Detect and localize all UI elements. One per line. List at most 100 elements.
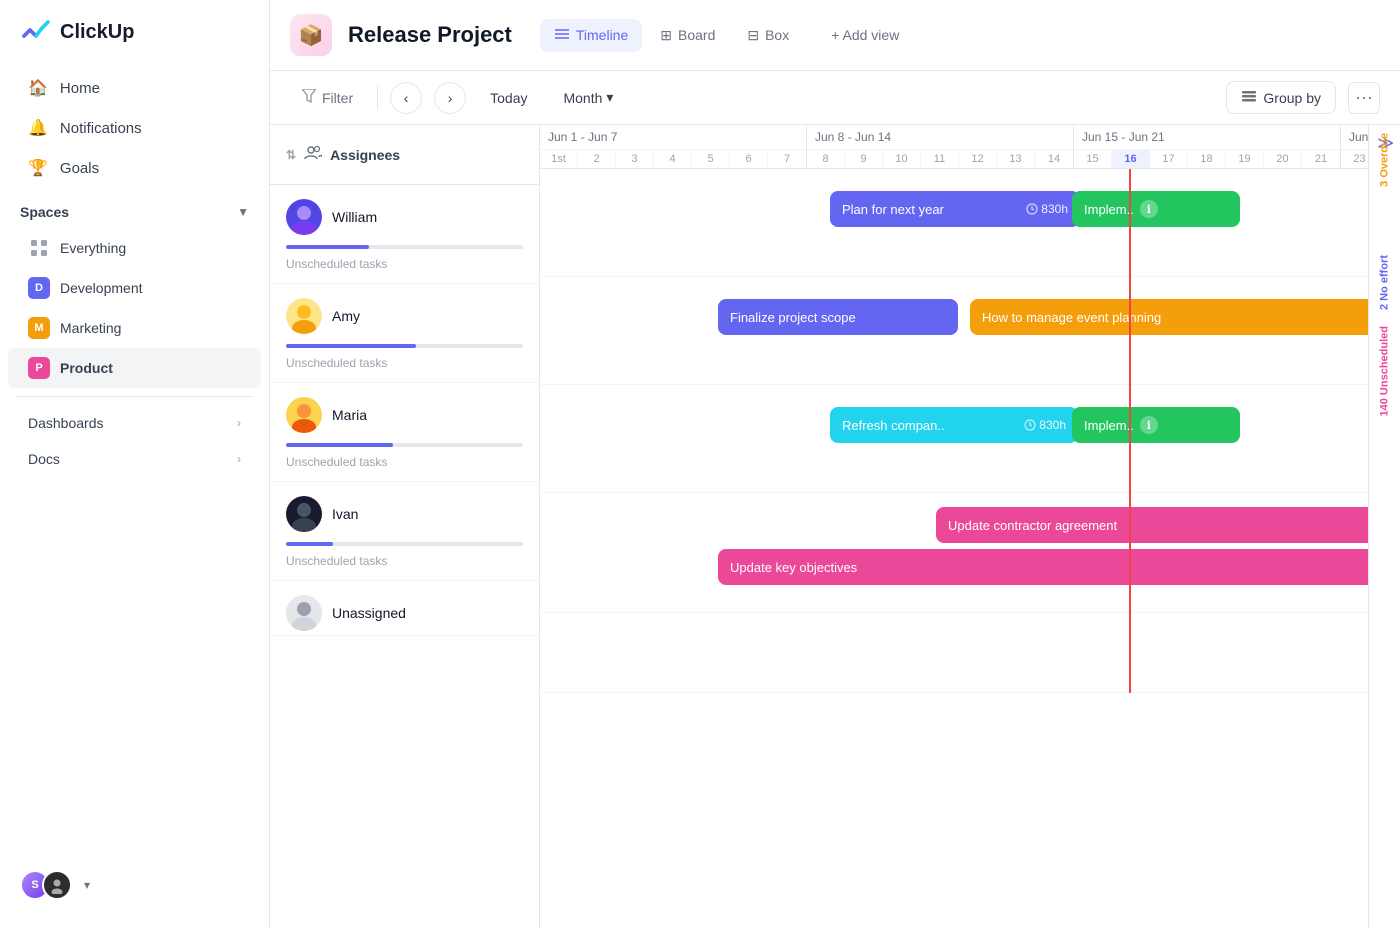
task-implem-william[interactable]: Implem.. ℹ	[1072, 191, 1240, 227]
task-label: How to manage event planning	[982, 310, 1161, 325]
left-panel: ⇅ Assignees William Unscheduled tasks	[270, 125, 540, 928]
view-tabs: Timeline ⊞ Board ⊟ Box	[540, 19, 803, 52]
month-chevron-icon: ▾	[606, 89, 613, 106]
task-plan-next-year[interactable]: Plan for next year 830h	[830, 191, 1080, 227]
add-view-button[interactable]: + Add view	[819, 20, 911, 50]
filter-label: Filter	[322, 90, 353, 106]
day-13: 13	[997, 150, 1035, 168]
avatar-amy	[286, 298, 322, 334]
unscheduled-maria: Unscheduled tasks	[270, 451, 539, 481]
week-label-1: Jun 1 - Jun 7	[540, 125, 806, 150]
timeline-row-unassigned	[540, 613, 1368, 693]
day-3: 3	[616, 150, 654, 168]
unscheduled-amy: Unscheduled tasks	[270, 352, 539, 382]
nav-home-label: Home	[60, 80, 100, 97]
docs-chevron-icon: ›	[237, 452, 241, 466]
product-badge: P	[28, 357, 50, 379]
right-labels-panel: ≫ 3 Overdue 2 No effort 140 Unscheduled	[1368, 125, 1400, 928]
sort-icon: ⇅	[286, 148, 296, 162]
avatar-maria	[286, 397, 322, 433]
add-view-label: + Add view	[831, 27, 899, 43]
space-development-label: Development	[60, 280, 143, 296]
week-label-4: Jun 23 - Jun	[1341, 125, 1368, 150]
space-marketing[interactable]: M Marketing	[8, 308, 261, 348]
name-unassigned: Unassigned	[332, 605, 406, 621]
group-by-button[interactable]: Group by	[1226, 81, 1336, 114]
task-effort: 830h	[1366, 560, 1368, 574]
no-effort-label: 2 No effort	[1369, 247, 1400, 318]
task-refresh-company[interactable]: Refresh compan.. 830h	[830, 407, 1078, 443]
main-content: 📦 Release Project Timeline ⊞ Board ⊟ Box…	[270, 0, 1400, 928]
marketing-badge: M	[28, 317, 50, 339]
today-label: Today	[490, 90, 527, 106]
space-development[interactable]: D Development	[8, 268, 261, 308]
filter-button[interactable]: Filter	[290, 83, 365, 112]
month-button[interactable]: Month ▾	[551, 83, 625, 112]
info-icon: ℹ	[1140, 200, 1158, 218]
tab-box[interactable]: ⊟ Box	[733, 20, 803, 51]
tab-timeline[interactable]: Timeline	[540, 19, 642, 52]
project-icon: 📦	[290, 14, 332, 56]
goals-icon: 🏆	[28, 158, 48, 178]
task-label: Update contractor agreement	[948, 518, 1117, 533]
day-23: 23	[1341, 150, 1368, 168]
avatar-william	[286, 199, 322, 235]
footer-chevron-icon[interactable]: ▾	[84, 878, 90, 892]
name-maria: Maria	[332, 407, 367, 423]
week-jun8: Jun 8 - Jun 14 8 9 10 11 12 13 14	[807, 125, 1074, 168]
day-19: 19	[1226, 150, 1264, 168]
today-button[interactable]: Today	[478, 84, 539, 112]
tab-board[interactable]: ⊞ Board	[646, 20, 729, 51]
assignee-row-william: William Unscheduled tasks	[270, 185, 539, 284]
day-11: 11	[921, 150, 959, 168]
day-21: 21	[1302, 150, 1340, 168]
space-product-label: Product	[60, 360, 113, 376]
tab-board-label: Board	[678, 27, 715, 43]
group-by-label: Group by	[1263, 90, 1321, 106]
task-event-planning[interactable]: How to manage event planning	[970, 299, 1368, 335]
day-4: 4	[654, 150, 692, 168]
nav-goals[interactable]: 🏆 Goals	[8, 148, 261, 188]
sidebar-dashboards[interactable]: Dashboards ›	[8, 405, 261, 441]
nav-notifications[interactable]: 🔔 Notifications	[8, 108, 261, 148]
sidebar-docs[interactable]: Docs ›	[8, 441, 261, 477]
filter-icon	[302, 89, 316, 106]
nav-prev-button[interactable]: ‹	[390, 82, 422, 114]
day-14: 14	[1035, 150, 1073, 168]
dashboards-chevron-icon: ›	[237, 416, 241, 430]
name-ivan: Ivan	[332, 506, 358, 522]
name-william: William	[332, 209, 377, 225]
week-label-3: Jun 15 - Jun 21	[1074, 125, 1340, 150]
layers-icon	[1241, 88, 1257, 107]
spaces-header[interactable]: Spaces ▼	[0, 188, 269, 228]
day-10: 10	[883, 150, 921, 168]
main-header: 📦 Release Project Timeline ⊞ Board ⊟ Box…	[270, 0, 1400, 71]
unscheduled-label: 140 Unscheduled	[1369, 318, 1400, 424]
day-2: 2	[578, 150, 616, 168]
week-label-2: Jun 8 - Jun 14	[807, 125, 1073, 150]
logo-text: ClickUp	[60, 21, 134, 44]
task-finalize-scope[interactable]: Finalize project scope	[718, 299, 958, 335]
avatar-j	[42, 870, 72, 900]
assignees-icon	[304, 144, 322, 165]
nav-goals-label: Goals	[60, 160, 99, 177]
task-key-objectives[interactable]: Update key objectives 830h	[718, 549, 1368, 585]
assignee-row-ivan: Ivan Unscheduled tasks	[270, 482, 539, 581]
space-product[interactable]: P Product	[8, 348, 261, 388]
task-contractor-agreement[interactable]: Update contractor agreement	[936, 507, 1368, 543]
logo-area: ClickUp	[0, 16, 269, 68]
home-icon: 🏠	[28, 78, 48, 98]
more-options-button[interactable]: ···	[1348, 82, 1380, 114]
project-title: Release Project	[348, 22, 512, 48]
nav-home[interactable]: 🏠 Home	[8, 68, 261, 108]
timeline-row-amy: Finalize project scope How to manage eve…	[540, 277, 1368, 385]
avatar-unassigned	[286, 595, 322, 631]
board-icon: ⊞	[660, 27, 672, 44]
nav-next-button[interactable]: ›	[434, 82, 466, 114]
task-label: Update key objectives	[730, 560, 857, 575]
day-1: 1st	[540, 150, 578, 168]
task-implem-maria[interactable]: Implem.. ℹ	[1072, 407, 1240, 443]
timeline-rows: Plan for next year 830h Implem.. ℹ	[540, 169, 1368, 693]
space-everything[interactable]: Everything	[8, 228, 261, 268]
timeline-container: ⇅ Assignees William Unscheduled tasks	[270, 125, 1400, 928]
